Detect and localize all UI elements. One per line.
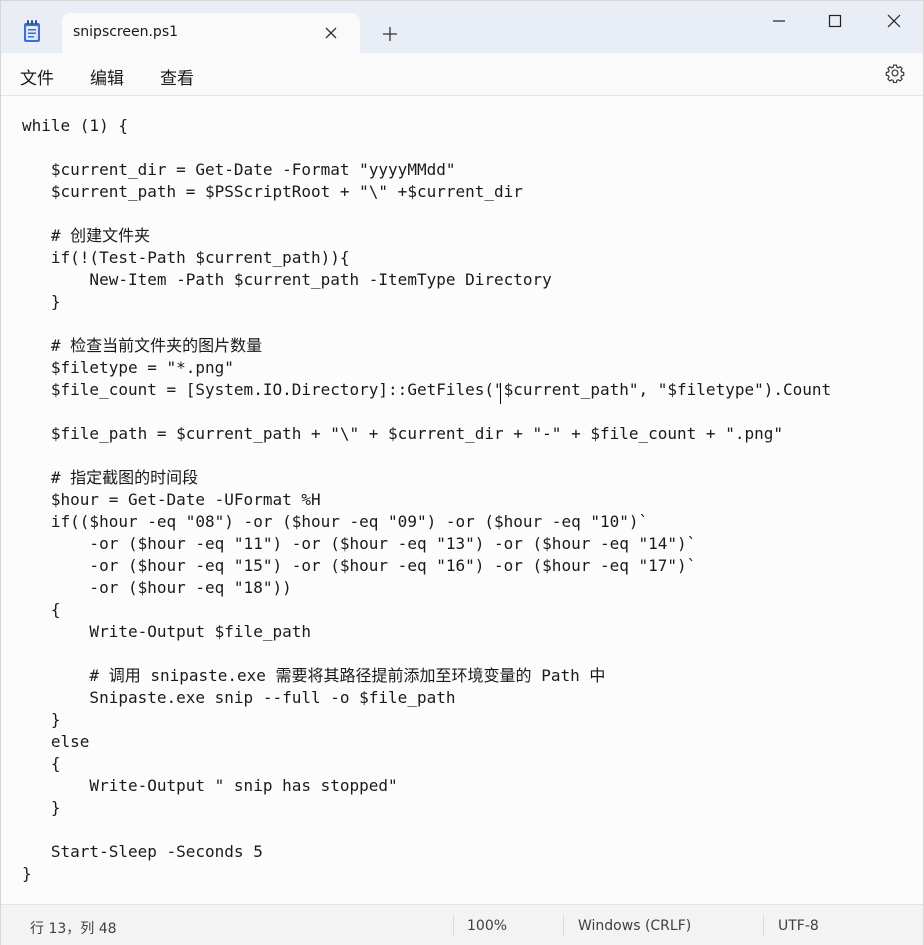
menu-file[interactable]: 文件 [20, 64, 54, 89]
status-divider [763, 915, 764, 937]
cursor-position: 行 13，列 48 [30, 921, 117, 937]
status-bar: 行 13，列 48 100% Windows (CRLF) UTF-8 [1, 904, 923, 945]
line-ending[interactable]: Windows (CRLF) [578, 918, 691, 934]
status-divider [453, 915, 454, 937]
minimize-icon[interactable] [756, 9, 802, 33]
zoom-level[interactable]: 100% [467, 918, 507, 934]
text-editor[interactable]: while (1) { $current_dir = Get-Date -For… [1, 96, 923, 904]
text-caret [500, 383, 501, 404]
menu-bar: 文件 编辑 查看 [1, 53, 923, 96]
close-icon[interactable] [324, 25, 338, 39]
notepad-window: snipscreen.ps1 文件 编辑 查看 while (1) {$cur… [0, 0, 924, 945]
gear-icon[interactable] [885, 63, 905, 84]
menu-edit[interactable]: 编辑 [90, 64, 124, 89]
menu-view[interactable]: 查看 [160, 64, 194, 89]
close-icon[interactable] [871, 9, 917, 33]
tab-title: snipscreen.ps1 [73, 24, 179, 40]
maximize-icon[interactable] [812, 9, 858, 33]
status-divider [563, 915, 564, 937]
title-bar[interactable]: snipscreen.ps1 [1, 1, 923, 53]
plus-icon[interactable] [381, 25, 399, 43]
notepad-icon [21, 19, 43, 43]
tab-snipscreen[interactable]: snipscreen.ps1 [62, 13, 360, 53]
editor-content[interactable]: while (1) { $current_dir = Get-Date -For… [22, 115, 831, 885]
file-encoding[interactable]: UTF-8 [778, 918, 819, 934]
